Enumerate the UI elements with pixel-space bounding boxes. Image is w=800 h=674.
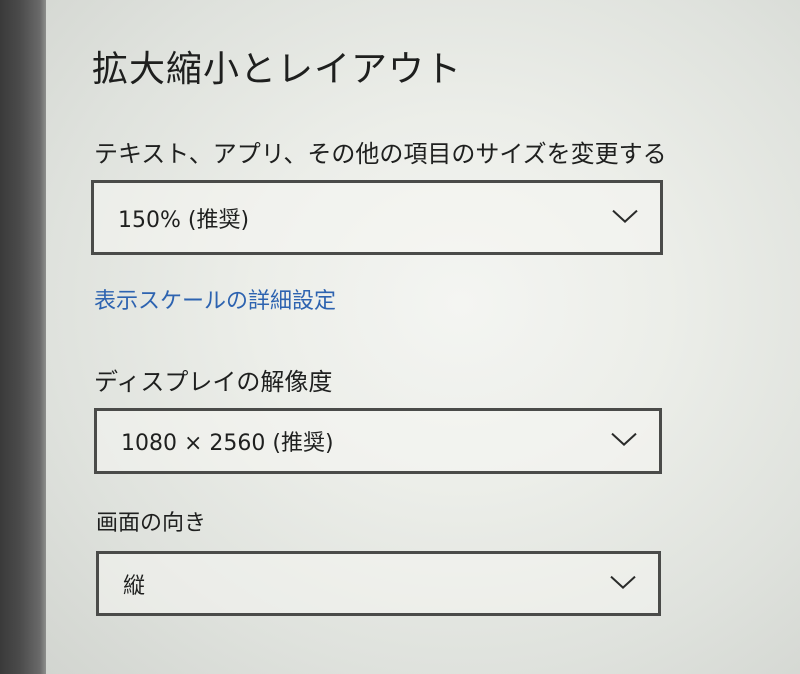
orientation-label: 画面の向き bbox=[96, 511, 207, 536]
chevron-down-icon bbox=[610, 575, 636, 589]
window-left-edge bbox=[0, 0, 48, 674]
scale-dropdown[interactable]: 150% (推奨) bbox=[91, 180, 663, 255]
resolution-label: ディスプレイの解像度 bbox=[94, 368, 333, 396]
section-title: 拡大縮小とレイアウト bbox=[92, 49, 463, 90]
advanced-scaling-link[interactable]: 表示スケールの詳細設定 bbox=[94, 283, 336, 315]
scale-dropdown-value: 150% (推奨) bbox=[118, 207, 250, 233]
resolution-dropdown[interactable]: 1080 × 2560 (推奨) bbox=[94, 408, 662, 474]
chevron-down-icon bbox=[612, 209, 638, 223]
orientation-dropdown[interactable]: 縦 bbox=[96, 551, 661, 616]
chevron-down-icon bbox=[611, 432, 637, 446]
scale-label: テキスト、アプリ、その他の項目のサイズを変更する bbox=[94, 140, 667, 168]
orientation-dropdown-value: 縦 bbox=[123, 573, 146, 599]
resolution-dropdown-value: 1080 × 2560 (推奨) bbox=[121, 431, 334, 456]
